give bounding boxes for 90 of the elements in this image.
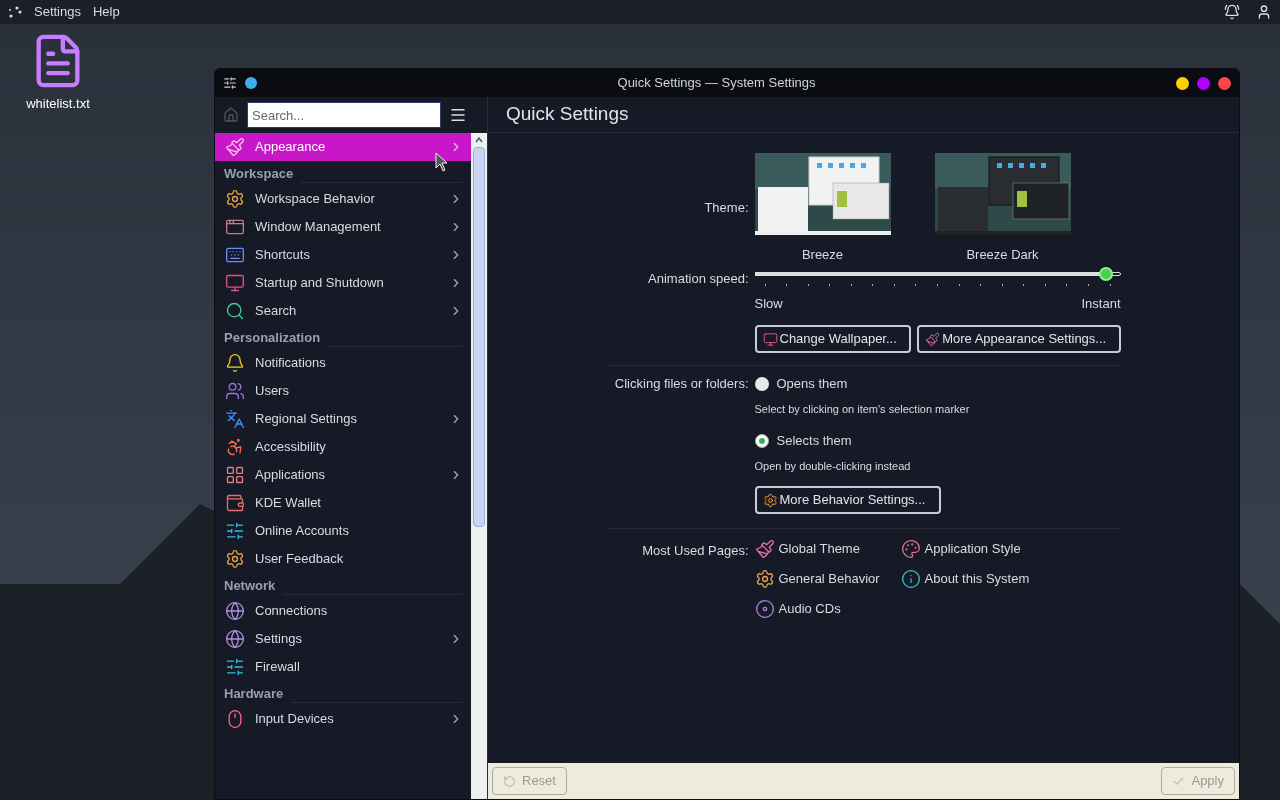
radio-button[interactable]: [754, 376, 769, 391]
theme-label: Theme:: [704, 199, 749, 218]
wallet-icon: [225, 493, 245, 513]
sidebar-item[interactable]: Connections: [215, 597, 471, 625]
menu-item[interactable]: Settings: [34, 2, 81, 22]
mouse-icon: [225, 709, 245, 729]
paintbrush-icon: [225, 137, 245, 157]
sidebar-item[interactable]: Appearance: [215, 133, 471, 161]
paintbrush-icon: [925, 331, 941, 347]
radio-option[interactable]: Opens them: [754, 374, 970, 394]
sliders-icon: [225, 657, 245, 677]
gear-icon: [754, 569, 775, 589]
theme-name: Breeze: [801, 246, 844, 264]
radio-option[interactable]: Selects them: [754, 431, 970, 451]
sidebar-item[interactable]: User Feedback: [215, 545, 471, 573]
sidebar-item[interactable]: Input Devices: [215, 705, 471, 733]
app-icon: [223, 76, 237, 90]
gear-icon: [762, 492, 778, 508]
disc-icon: [754, 599, 775, 619]
clicking-label: Clicking files or folders:: [614, 375, 749, 393]
sidebar-item[interactable]: Applications: [215, 461, 471, 489]
bell-icon: [225, 353, 245, 373]
radio-button[interactable]: [754, 433, 769, 448]
page-link[interactable]: Audio CDs: [754, 599, 901, 619]
window-icon: [225, 217, 245, 237]
undo-icon: [503, 774, 516, 788]
keyboard-icon: [225, 245, 245, 265]
page-link[interactable]: General Behavior: [754, 569, 901, 589]
animation-speed-label: Animation speed:: [648, 269, 749, 288]
file-name-label[interactable]: whitelist.txt: [26, 94, 90, 114]
search-field[interactable]: Search...: [247, 102, 441, 128]
sidebar-item[interactable]: Regional Settings: [215, 405, 471, 433]
menu-item[interactable]: Help: [93, 2, 120, 22]
window-title: Quick Settings — System Settings: [616, 74, 817, 93]
page-title: Quick Settings: [506, 102, 629, 127]
monitor-icon: [762, 331, 778, 347]
sidebar-item[interactable]: Workspace Behavior: [215, 185, 471, 213]
sidebar-item[interactable]: Startup and Shutdown: [215, 269, 471, 297]
page-link[interactable]: About this System: [900, 569, 1030, 589]
page-link[interactable]: Global Theme: [754, 539, 901, 559]
sidebar-item[interactable]: Users: [215, 377, 471, 405]
minimize-button[interactable]: [1176, 76, 1189, 90]
close-button[interactable]: [1218, 76, 1231, 90]
sidebar-item[interactable]: Settings: [215, 625, 471, 653]
page-link[interactable]: Application Style: [900, 539, 1030, 559]
sidebar-item[interactable]: Notifications: [215, 349, 471, 377]
user-icon[interactable]: [1256, 4, 1272, 20]
section-header: Workspace: [224, 164, 294, 183]
animation-speed-slider[interactable]: [754, 266, 1121, 281]
info-icon: [900, 569, 921, 589]
theme-preview-drawing[interactable]: [934, 153, 1071, 235]
theme-name: Breeze Dark: [966, 246, 1039, 264]
maximize-button[interactable]: [1197, 76, 1210, 90]
notification-bell-icon[interactable]: [1224, 4, 1240, 20]
gear-icon: [225, 549, 245, 569]
app-launcher-icon[interactable]: [8, 5, 22, 19]
language-icon: [225, 409, 245, 429]
option-hint: Select by clicking on item's selection marker: [754, 401, 970, 417]
theme-preview-drawing[interactable]: [754, 153, 891, 235]
section-header: Personalization: [224, 328, 321, 347]
gear-icon: [225, 189, 245, 209]
monitor-icon: [225, 273, 245, 293]
search-icon: [225, 301, 245, 321]
sidebar-item[interactable]: Search: [215, 297, 471, 325]
sidebar-item[interactable]: Window Management: [215, 213, 471, 241]
settings-button[interactable]: Change Wallpaper...: [754, 325, 912, 353]
option-hint: Open by double-clicking instead: [754, 458, 912, 474]
globe-icon: [225, 629, 245, 649]
more-behavior-button[interactable]: More Behavior Settings...: [754, 486, 941, 514]
sidebar-item[interactable]: KDE Wallet: [215, 489, 471, 517]
slider-max-label: Instant: [1081, 294, 1121, 313]
sidebar-item[interactable]: Online Accounts: [215, 517, 471, 545]
sidebar-item[interactable]: Shortcuts: [215, 241, 471, 269]
slider-min-label: Slow: [754, 294, 783, 313]
mouse-cursor-icon: [435, 152, 448, 172]
palette-icon: [900, 539, 921, 559]
slider-thumb[interactable]: [1098, 266, 1113, 281]
paintbrush-icon: [754, 539, 775, 559]
section-header: Network: [224, 576, 276, 595]
section-header: Hardware: [224, 684, 284, 703]
sliders-icon: [225, 521, 245, 541]
most-used-label: Most Used Pages:: [642, 542, 749, 560]
settings-button[interactable]: More Appearance Settings...: [917, 325, 1121, 353]
users-icon: [225, 381, 245, 401]
scrollbar[interactable]: [471, 133, 487, 799]
globe-icon: [225, 601, 245, 621]
sidebar-item[interactable]: Firewall: [215, 653, 471, 681]
grid-icon: [225, 465, 245, 485]
sidebar-item[interactable]: Accessibility: [215, 433, 471, 461]
menu-icon[interactable]: [449, 106, 467, 124]
